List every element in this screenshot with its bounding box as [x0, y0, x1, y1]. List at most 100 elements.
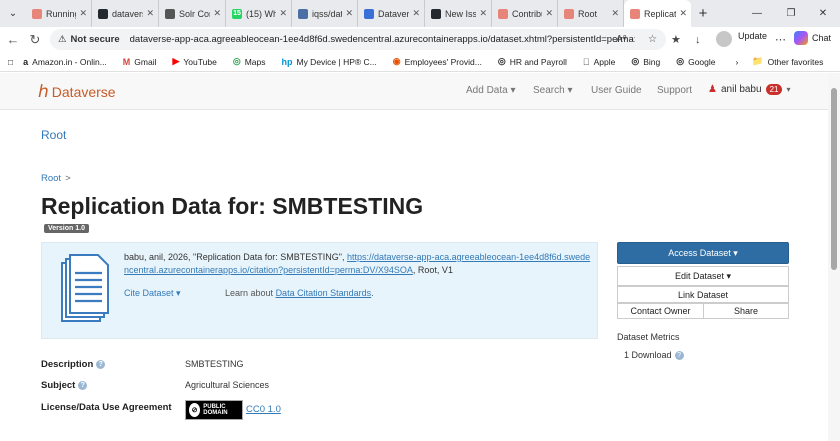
tab-close-icon[interactable]: ✕: [545, 8, 553, 19]
bookmarks-folder-icon[interactable]: □: [8, 57, 13, 67]
description-help-icon[interactable]: ?: [96, 359, 106, 369]
bookmark-favicon-icon: ◉: [392, 56, 401, 66]
tab-close-icon[interactable]: ✕: [213, 8, 221, 19]
bookmark-label: Gmail: [134, 56, 157, 67]
data-citation-standards-link[interactable]: Data Citation Standards: [276, 288, 372, 298]
tab-close-icon[interactable]: ✕: [146, 8, 154, 19]
caret-down-icon: ▾: [786, 85, 791, 94]
dataverse-navbar: ℎ Dataverse Add Data ▾ Search ▾ User Gui…: [0, 73, 828, 110]
subject-help-icon[interactable]: ?: [78, 380, 88, 390]
tab-favicon-icon: 15: [232, 8, 242, 19]
user-guide-link[interactable]: User Guide: [591, 85, 642, 96]
tab-close-icon[interactable]: ✕: [679, 8, 687, 19]
tab-list: Running✕datavers✕Solr Con✕15(15) Wha✕iqs…: [26, 0, 691, 27]
user-menu[interactable]: ♟ anil babu 21 ▾: [708, 84, 790, 95]
tab-close-icon[interactable]: ✕: [611, 8, 619, 19]
address-bar[interactable]: ⚠ Not secure dataverse-app-aca.agreeable…: [50, 29, 666, 50]
tab-close-icon[interactable]: ✕: [79, 8, 87, 19]
tab-title: datavers: [112, 8, 144, 19]
browser-tab[interactable]: Replicatio✕: [624, 0, 691, 27]
tab-favicon-icon: [98, 8, 108, 19]
tab-close-icon[interactable]: ✕: [345, 8, 353, 19]
support-link[interactable]: Support: [657, 85, 692, 96]
bookmark-favicon-icon: M: [122, 56, 131, 67]
bookmark-item[interactable]: M Gmail: [123, 57, 157, 67]
share-button[interactable]: Share: [703, 303, 789, 319]
bookmark-item[interactable]: hp My Device | HP® C...: [281, 57, 376, 67]
favorites-icon[interactable]: ★: [671, 27, 681, 52]
edit-dataset-button[interactable]: Edit Dataset ▾: [617, 266, 789, 286]
bookmark-favicon-icon: a: [23, 56, 29, 67]
browser-tab[interactable]: Solr Con✕: [159, 0, 226, 27]
description-value: SMBTESTING: [185, 359, 244, 369]
contact-owner-button[interactable]: Contact Owner: [617, 303, 704, 319]
new-tab-icon[interactable]: +: [691, 5, 715, 22]
browser-tab[interactable]: Contribu✕: [492, 0, 558, 27]
copilot-chat-button[interactable]: Chat: [794, 31, 831, 45]
url-text[interactable]: dataverse-app-aca.agreeableocean-1ee4d8f…: [130, 34, 635, 45]
maximize-icon[interactable]: ❐: [774, 0, 808, 27]
other-favorites[interactable]: 📁 Other favorites: [752, 56, 823, 67]
bookmark-favicon-icon: ◎: [624, 56, 639, 66]
brand-label: Dataverse: [51, 84, 116, 100]
tab-title: Replicatio: [644, 8, 677, 19]
browser-tab[interactable]: datavers ✕: [92, 0, 159, 27]
browser-tab[interactable]: New Issu✕: [425, 0, 492, 27]
bookmark-item[interactable]: ◎ Maps: [233, 56, 266, 67]
page-viewport: ℎ Dataverse Add Data ▾ Search ▾ User Gui…: [0, 73, 828, 441]
bookmark-item[interactable]: ◎ HR and Payroll: [498, 56, 567, 67]
bookmarks-chevron-icon[interactable]: ›: [736, 57, 739, 67]
citation-text: babu, anil, 2026, "Replication Data for:…: [124, 251, 592, 277]
update-button[interactable]: Update: [738, 31, 767, 41]
help-icon[interactable]: ?: [674, 351, 684, 361]
bookmark-item[interactable]: ◎ Bing: [631, 56, 660, 67]
breadcrumb-separator: >: [65, 173, 71, 184]
profile-avatar[interactable]: [716, 31, 732, 47]
cite-dataset-dropdown[interactable]: Cite Dataset ▾: [124, 288, 181, 299]
tab-close-icon[interactable]: ✕: [412, 8, 420, 19]
bookmark-label: Apple: [586, 56, 616, 67]
search-menu[interactable]: Search ▾: [533, 85, 573, 96]
back-arrow-icon[interactable]: ←: [2, 32, 24, 47]
access-dataset-button[interactable]: Access Dataset ▾: [617, 242, 789, 264]
citation-suffix: , Root, V1: [412, 265, 453, 275]
bookmark-item[interactable]: a Amazon.in - Onlin...: [23, 57, 107, 67]
breadcrumb: Root >: [41, 173, 71, 184]
bookmark-label: Amazon.in - Onlin...: [32, 56, 107, 67]
chat-label: Chat: [812, 33, 832, 43]
downloads-icon[interactable]: ↓: [695, 27, 701, 52]
browser-tab[interactable]: Datavers✕: [358, 0, 425, 27]
browser-tab[interactable]: Running ✕: [26, 0, 92, 27]
page-scrollbar-thumb[interactable]: [831, 88, 837, 270]
tab-strip: ⌄ Running✕datavers✕Solr Con✕15(15) Wha✕i…: [0, 0, 840, 27]
tab-actions-menu-icon[interactable]: ⌄: [0, 0, 26, 27]
minimize-icon[interactable]: —: [740, 0, 774, 27]
browser-tab[interactable]: 15 (15) Wha✕: [226, 0, 292, 27]
bookmark-item[interactable]: ▶ YouTube: [173, 56, 217, 67]
breadcrumb-root[interactable]: Root: [41, 173, 61, 184]
bookmark-favicon-icon: ◎: [232, 56, 241, 66]
dataverse-brand[interactable]: ℎ Dataverse: [38, 82, 116, 102]
favorite-star-icon[interactable]: ☆: [648, 29, 657, 50]
tab-close-icon[interactable]: ✕: [279, 8, 287, 19]
cc0-license-link[interactable]: CC0 1.0: [246, 404, 281, 415]
bookmark-label: YouTube: [183, 56, 217, 67]
bookmark-item[interactable]: ◎ Google: [676, 56, 715, 67]
public-domain-label: PUBLIC DOMAIN: [203, 404, 228, 416]
more-menu-icon[interactable]: ⋯: [775, 27, 786, 52]
browser-tab[interactable]: Root ✕: [558, 0, 624, 27]
bookmark-item[interactable]: ◉ Employees' Provid...: [393, 56, 482, 67]
add-data-menu[interactable]: Add Data ▾: [466, 85, 516, 96]
read-aloud-icon[interactable]: A⁸: [616, 29, 627, 50]
link-dataset-button[interactable]: Link Dataset: [617, 286, 789, 303]
tab-favicon-icon: [564, 8, 574, 19]
citation-standards-period: .: [371, 288, 374, 298]
bookmark-item[interactable]: Apple: [583, 57, 616, 67]
bookmark-favicon-icon: hp: [281, 56, 293, 67]
close-window-icon[interactable]: ✕: [806, 0, 840, 27]
refresh-icon[interactable]: ↻: [24, 32, 46, 48]
browser-tab[interactable]: iqss/data✕: [292, 0, 358, 27]
root-dataverse-link[interactable]: Root: [41, 128, 66, 142]
tab-close-icon[interactable]: ✕: [479, 8, 487, 19]
description-label: Description?: [41, 359, 106, 370]
